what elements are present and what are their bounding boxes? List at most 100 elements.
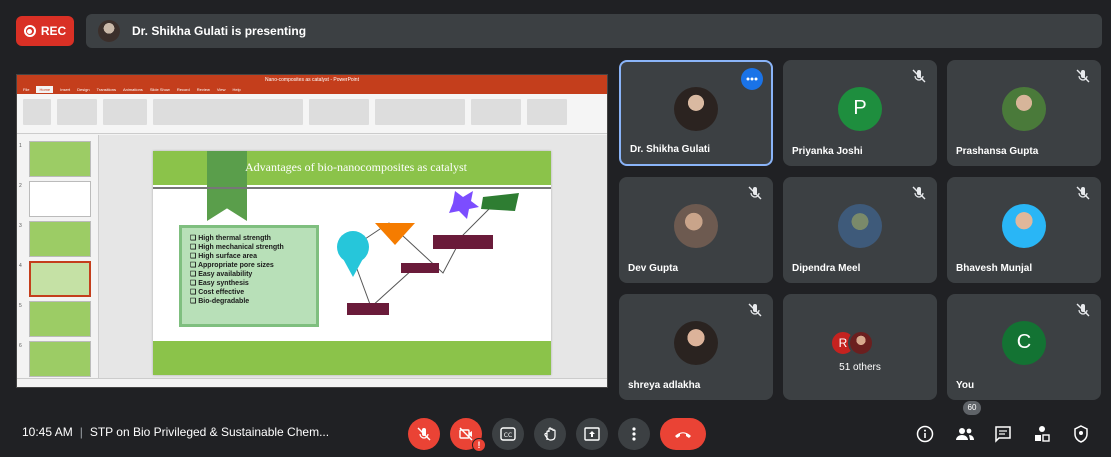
ppt-tab: Insert [60, 87, 71, 92]
participant-name: Dipendra Meel [792, 263, 861, 274]
ppt-ribbon [17, 94, 607, 134]
chat-button[interactable] [992, 423, 1014, 445]
bullet-item: ❏ Easy synthesis [190, 280, 249, 287]
participant-tile-presenter[interactable]: Dr. Shikha Gulati [619, 60, 773, 166]
bullet-item: ❏ Appropriate pore sizes [190, 262, 274, 269]
slide-thumbnail-selected[interactable] [29, 261, 91, 297]
ppt-tab: View [216, 87, 226, 92]
ppt-tab-active: Home [36, 86, 54, 93]
ppt-tab: Slide Show [149, 87, 170, 92]
participant-name: Dev Gupta [628, 263, 679, 274]
tile-more-button[interactable] [741, 68, 763, 90]
presenting-banner: Dr. Shikha Gulati is presenting [86, 14, 1102, 48]
participant-photo [674, 203, 718, 248]
mic-off-icon [748, 303, 762, 317]
captions-icon: CC [500, 427, 516, 441]
people-icon [956, 428, 974, 440]
participant-tile[interactable]: Dipendra Meel [783, 177, 937, 283]
slide-thumbnail[interactable] [29, 221, 91, 257]
bottom-bar: 10:45 AM | STP on Bio Privileged & Sustain… [0, 408, 1111, 457]
ppt-tab: Design [77, 87, 90, 92]
participant-name: Dr. Shikha Gulati [630, 144, 711, 155]
ppt-tab: Review [196, 87, 210, 92]
mic-toggle-button[interactable] [408, 418, 440, 450]
thumb-number: 5 [19, 303, 22, 309]
activities-icon [1035, 426, 1050, 442]
more-dots-icon [746, 77, 758, 81]
participant-tile-self[interactable]: C You [947, 294, 1101, 400]
bullet-item: ❏ High thermal strength [190, 235, 271, 242]
record-icon [23, 25, 36, 37]
others-count-label: 51 others [839, 362, 881, 373]
slide-title: Advantages of bio-nanocomposites as cata… [245, 160, 467, 174]
participant-avatar: C [1002, 320, 1046, 365]
bullet-item: ❏ High mechanical strength [190, 244, 284, 251]
present-button[interactable] [576, 418, 608, 450]
ppt-status-bar [17, 378, 607, 387]
meeting-details-button[interactable] [914, 423, 936, 445]
slide-footer-band [153, 341, 551, 375]
participant-name: Prashansa Gupta [956, 146, 1039, 157]
slide-bookmark-shape [207, 151, 247, 221]
raise-hand-button[interactable] [534, 418, 566, 450]
others-avatars: R [830, 330, 874, 357]
slide-thumbnail[interactable] [29, 301, 91, 337]
ppt-tab: Help [232, 87, 241, 92]
ppt-tab: Record [176, 87, 190, 92]
recording-indicator[interactable]: REC [16, 16, 74, 46]
participant-tile[interactable]: Bhavesh Munjal [947, 177, 1101, 283]
participant-tile[interactable]: shreya adlakha [619, 294, 773, 400]
meeting-name: STP on Bio Privileged & Sustainable Chem… [89, 425, 330, 439]
ppt-tab: Animations [123, 87, 143, 92]
slide-bullets: ❏ High thermal strength ❏ High mechanica… [179, 225, 319, 327]
svg-text:CC: CC [504, 432, 512, 439]
mic-off-icon [1076, 303, 1090, 317]
captions-button[interactable]: CC [492, 418, 524, 450]
others-avatar-photo [848, 330, 874, 357]
top-bar: REC Dr. Shikha Gulati is presenting [0, 0, 1111, 62]
mic-off-icon [417, 427, 431, 441]
participant-tile[interactable]: P Priyanka Joshi [783, 60, 937, 166]
hang-up-icon [675, 432, 691, 438]
info-icon [916, 425, 934, 443]
bullet-item: ❏ Cost effective [190, 289, 245, 296]
slide-thumbnail[interactable] [29, 341, 91, 377]
present-icon [584, 427, 600, 441]
more-options-icon [632, 427, 636, 441]
participant-photo [1002, 86, 1046, 131]
thumb-number: 1 [19, 143, 22, 149]
participant-photo [674, 86, 718, 131]
more-options-button[interactable] [618, 418, 650, 450]
camera-alert-badge: ! [472, 438, 486, 452]
thumb-number: 3 [19, 223, 22, 229]
slide-thumbnail[interactable] [29, 181, 91, 217]
mic-off-icon [912, 69, 926, 83]
presenting-text: Dr. Shikha Gulati is presenting [132, 24, 307, 38]
slide-thumbnail[interactable] [29, 141, 91, 177]
bullet-item: ❏ Bio-degradable [190, 298, 250, 305]
shared-screen[interactable]: Nano-composites as catalyst - PowerPoint… [16, 74, 608, 388]
host-controls-icon [1074, 425, 1088, 443]
activities-button[interactable] [1031, 423, 1053, 445]
thumb-number: 4 [19, 263, 22, 269]
chat-icon [995, 426, 1011, 443]
slide-diagram [337, 191, 519, 315]
camera-off-icon [459, 427, 473, 441]
slide-thumbnails[interactable]: 1 2 3 4 5 6 [17, 135, 99, 378]
meeting-details: 10:45 AM | STP on Bio Privileged & Sustain… [22, 425, 329, 439]
participant-name: You [956, 380, 975, 391]
mic-off-icon [748, 186, 762, 200]
host-controls-button[interactable] [1070, 423, 1092, 445]
bullet-item: ❏ Easy availability [190, 271, 253, 278]
participant-tile[interactable]: Prashansa Gupta [947, 60, 1101, 166]
separator: | [79, 425, 83, 439]
mic-off-icon [1076, 69, 1090, 83]
participant-tile[interactable]: Dev Gupta [619, 177, 773, 283]
raise-hand-icon [544, 427, 556, 441]
participant-avatar: P [838, 86, 882, 131]
participant-name: shreya adlakha [628, 380, 701, 391]
others-tile[interactable]: R 51 others [783, 294, 937, 400]
people-button[interactable] [954, 423, 976, 445]
leave-call-button[interactable] [660, 418, 706, 450]
participant-count-badge: 60 [963, 401, 981, 415]
